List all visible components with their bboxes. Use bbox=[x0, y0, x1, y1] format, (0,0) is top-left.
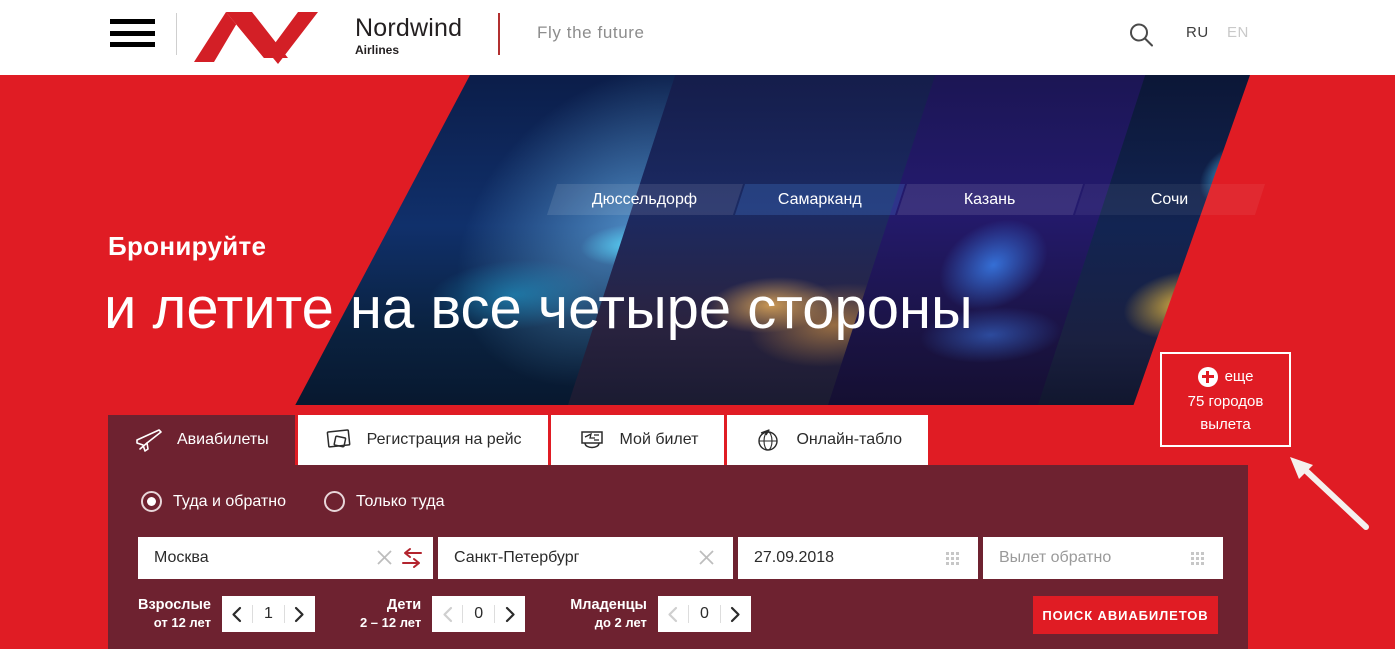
more-cities-label: еще bbox=[1224, 368, 1254, 385]
hamburger-bar bbox=[110, 42, 155, 47]
passenger-label-block: Взрослые от 12 лет bbox=[138, 597, 211, 631]
passenger-label-block: Младенцы до 2 лет bbox=[570, 597, 647, 631]
city-tab-label: Дюссельдорф bbox=[592, 190, 698, 208]
passenger-selectors: Взрослые от 12 лет 1 Дети 2 – 12 лет 0 М… bbox=[138, 596, 796, 632]
more-cities-button[interactable]: еще 75 городов вылета bbox=[1160, 352, 1291, 447]
tab-checkin[interactable]: Регистрация на рейс bbox=[297, 415, 548, 465]
swap-arrows-icon[interactable] bbox=[399, 547, 425, 569]
children-value: 0 bbox=[462, 605, 496, 623]
adults-value: 1 bbox=[251, 605, 285, 623]
header-divider bbox=[176, 13, 177, 55]
hero-banner: Дюссельдорф Самарканд Казань Сочи Бронир… bbox=[0, 75, 1395, 649]
hamburger-bar bbox=[110, 30, 155, 36]
annotation-arrow-icon bbox=[1290, 457, 1369, 530]
plus-circle-icon bbox=[1197, 366, 1218, 387]
search-icon[interactable] bbox=[1126, 20, 1156, 50]
lang-switch-ru[interactable]: RU bbox=[1186, 24, 1209, 41]
globe-plane-icon bbox=[758, 429, 779, 451]
children-increment-button[interactable] bbox=[495, 596, 525, 632]
hero-title: и летите на все четыре стороны bbox=[104, 276, 973, 341]
logo-wordmark[interactable]: Nordwind Airlines bbox=[355, 14, 462, 57]
hero-kicker: Бронируйте bbox=[108, 231, 267, 261]
tab-my-ticket[interactable]: Мой билет bbox=[550, 415, 725, 465]
tab-flights[interactable]: Авиабилеты bbox=[108, 415, 295, 465]
radio-one-way[interactable]: Только туда bbox=[323, 491, 445, 512]
nordwind-logo-icon[interactable] bbox=[192, 6, 352, 66]
more-cities-row1: еще bbox=[1197, 366, 1254, 387]
passenger-label: Взрослые bbox=[138, 597, 211, 613]
more-cities-count: 75 городов bbox=[1187, 392, 1264, 410]
tab-label: Онлайн-табло bbox=[796, 431, 902, 448]
origin-value: Москва bbox=[154, 549, 209, 566]
passenger-sublabel: 2 – 12 лет bbox=[359, 615, 422, 630]
city-tab-samarkand[interactable]: Самарканд bbox=[734, 184, 906, 215]
hamburger-bar bbox=[110, 19, 155, 24]
search-flights-button[interactable]: ПОИСК АВИАБИЛЕТОВ bbox=[1033, 596, 1218, 634]
passenger-label-block: Дети 2 – 12 лет bbox=[360, 597, 421, 631]
adults-increment-button[interactable] bbox=[285, 596, 315, 632]
booking-tabs: Авиабилеты Регистрация на рейс Мой билет bbox=[108, 415, 931, 465]
tab-label: Мой билет bbox=[619, 431, 699, 448]
infants-stepper: 0 bbox=[657, 596, 751, 632]
destination-field[interactable]: Санкт-Петербург bbox=[438, 537, 733, 579]
city-tab-dusseldorf[interactable]: Дюссельдорф bbox=[546, 184, 744, 215]
passenger-infants: Младенцы до 2 лет 0 bbox=[570, 596, 751, 632]
infants-value: 0 bbox=[687, 605, 721, 623]
calendar-icon[interactable] bbox=[1190, 550, 1207, 567]
route-and-dates: Москва Санкт-Петербург 27.09.2018 Вылет … bbox=[138, 537, 1228, 579]
boarding-pass-icon bbox=[326, 429, 351, 448]
ticket-hand-icon bbox=[580, 431, 603, 449]
passenger-children: Дети 2 – 12 лет 0 bbox=[360, 596, 526, 632]
page-root: Nordwind Airlines Fly the future RU EN Д… bbox=[0, 0, 1395, 649]
hamburger-menu-icon[interactable] bbox=[110, 19, 155, 47]
passenger-sublabel: от 12 лет bbox=[153, 615, 211, 630]
site-header: Nordwind Airlines Fly the future RU EN bbox=[0, 0, 1395, 75]
city-tab-label: Самарканд bbox=[778, 190, 862, 208]
children-decrement-button[interactable] bbox=[432, 596, 462, 632]
logo-subtitle: Airlines bbox=[355, 43, 400, 57]
origin-field[interactable]: Москва bbox=[138, 537, 433, 579]
tab-online-board[interactable]: Онлайн-табло bbox=[727, 415, 928, 465]
tab-label: Авиабилеты bbox=[177, 431, 269, 448]
close-icon[interactable] bbox=[376, 549, 393, 566]
return-date-field[interactable]: Вылет обратно bbox=[983, 537, 1223, 579]
airplane-icon bbox=[136, 429, 162, 452]
passenger-adults: Взрослые от 12 лет 1 bbox=[138, 596, 315, 632]
adults-stepper: 1 bbox=[221, 596, 315, 632]
return-date-placeholder: Вылет обратно bbox=[999, 549, 1112, 566]
radio-label: Туда и обратно bbox=[173, 492, 286, 510]
radio-dot-icon bbox=[141, 491, 162, 512]
flight-search-form: Туда и обратно Только туда Москва Санкт-… bbox=[108, 465, 1248, 649]
depart-date-field[interactable]: 27.09.2018 bbox=[738, 537, 978, 579]
passenger-label: Младенцы bbox=[570, 597, 647, 613]
city-tab-label: Казань bbox=[964, 190, 1016, 208]
city-tab-kazan[interactable]: Казань bbox=[896, 184, 1084, 215]
adults-decrement-button[interactable] bbox=[222, 596, 252, 632]
passenger-sublabel: до 2 лет bbox=[594, 615, 647, 630]
lang-switch-en[interactable]: EN bbox=[1227, 24, 1249, 41]
radio-dot-icon bbox=[323, 491, 345, 512]
city-tab-label: Сочи bbox=[1151, 190, 1189, 208]
destination-value: Санкт-Петербург bbox=[454, 549, 580, 566]
tab-label: Регистрация на рейс bbox=[366, 431, 522, 448]
header-divider-red bbox=[498, 13, 500, 55]
radio-round-trip[interactable]: Туда и обратно bbox=[141, 491, 286, 512]
city-tab-sochi[interactable]: Сочи bbox=[1074, 184, 1266, 215]
infants-increment-button[interactable] bbox=[721, 596, 751, 632]
infants-decrement-button[interactable] bbox=[658, 596, 688, 632]
depart-date-value: 27.09.2018 bbox=[754, 549, 835, 566]
passenger-label: Дети bbox=[386, 597, 422, 613]
close-icon[interactable] bbox=[698, 549, 715, 566]
children-stepper: 0 bbox=[432, 596, 526, 632]
tagline: Fly the future bbox=[537, 23, 645, 42]
radio-label: Только туда bbox=[355, 492, 445, 510]
calendar-icon[interactable] bbox=[945, 550, 962, 567]
trip-type-group: Туда и обратно Только туда bbox=[141, 491, 444, 512]
logo-name: Nordwind bbox=[355, 14, 463, 42]
hero-city-tabs: Дюссельдорф Самарканд Казань Сочи bbox=[0, 184, 1395, 215]
more-cities-suffix: вылета bbox=[1200, 415, 1251, 433]
